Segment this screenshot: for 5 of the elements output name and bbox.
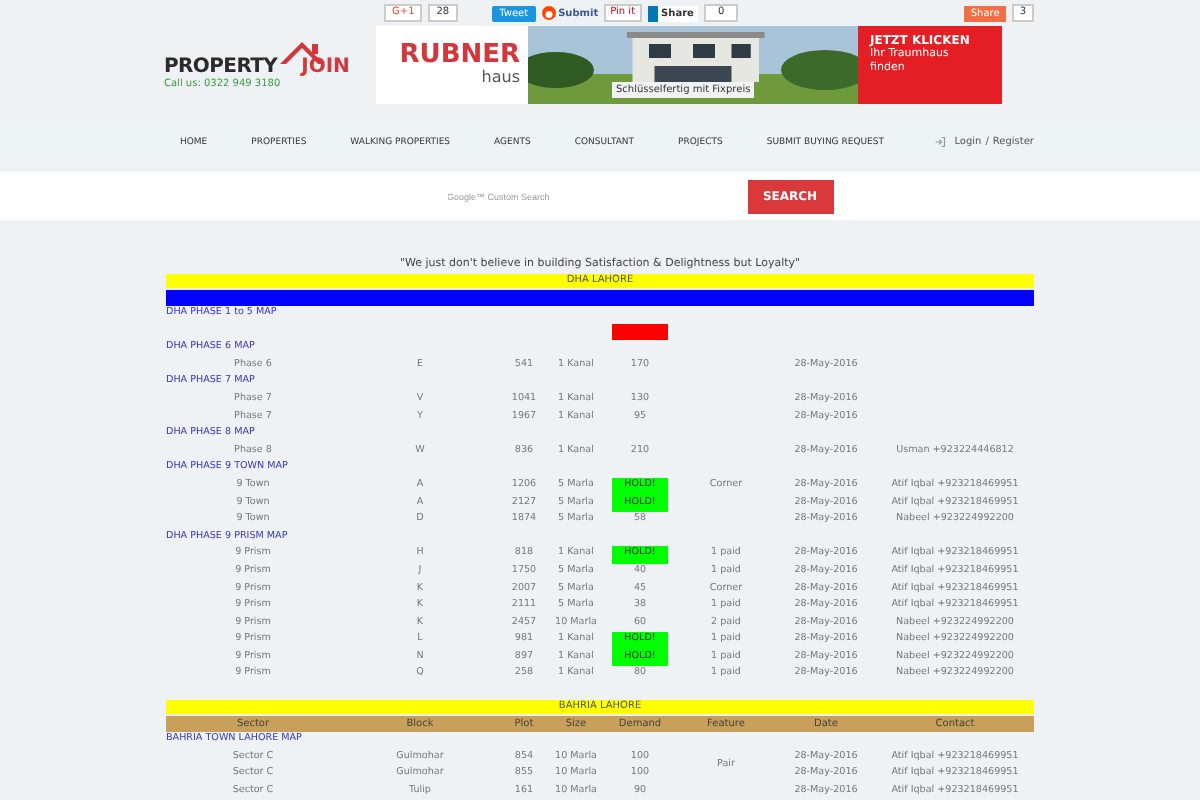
ad-brand: haus [481,68,520,86]
logo-text: JOIN [301,55,350,77]
login-icon [934,136,947,148]
logo-text: PROPERTY [164,55,278,77]
ad-brand: RUBNER [399,42,520,68]
